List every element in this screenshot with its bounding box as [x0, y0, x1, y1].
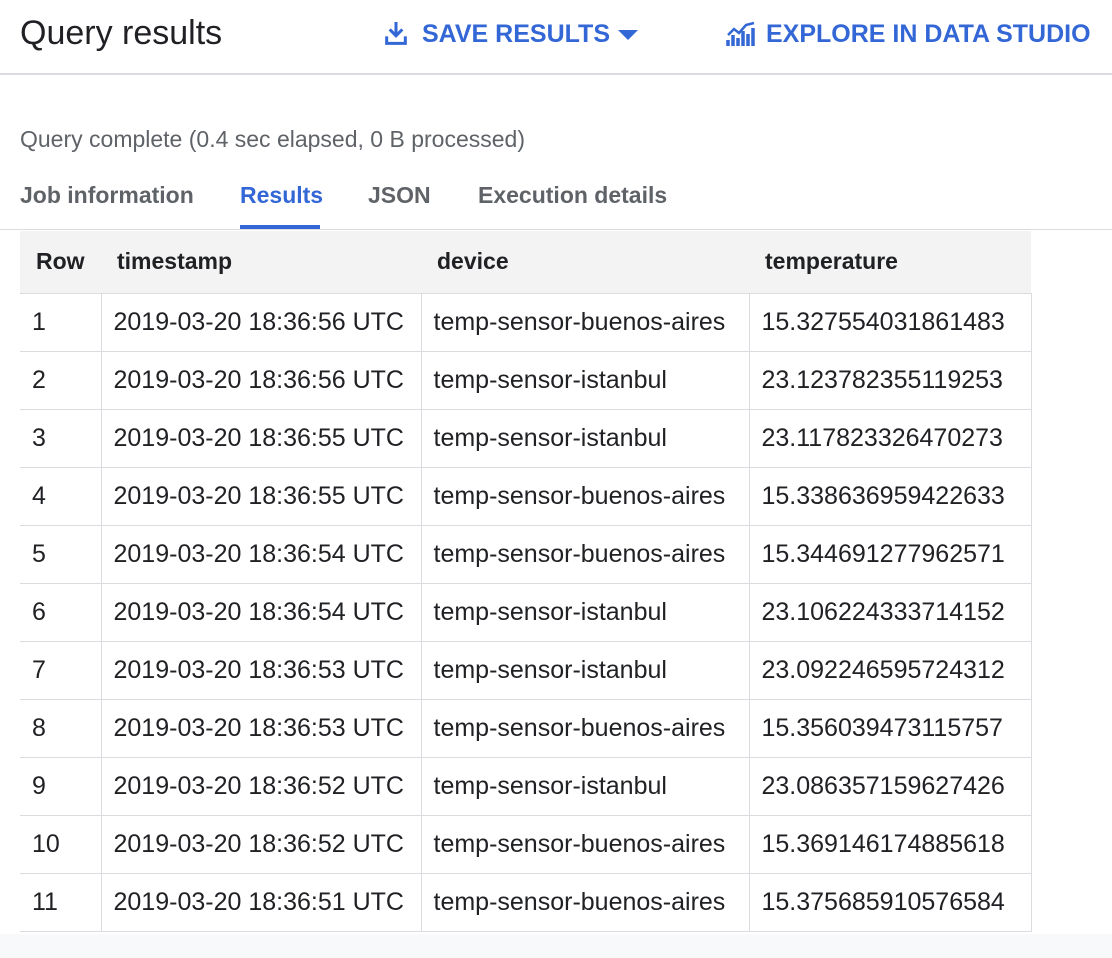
- table-row: 4 2019-03-20 18:36:55 UTC temp-sensor-buen…: [20, 467, 1032, 526]
- query-status: Query complete (0.4 sec elapsed, 0 B pro…: [20, 126, 525, 152]
- timestamp-cell: 2019-03-20 18:36:53 UTC: [101, 641, 422, 700]
- column-header-timestamp: timestamp: [101, 231, 421, 294]
- save-results-button[interactable]: SAVE RESULTS: [382, 17, 610, 51]
- explore-data-studio-button[interactable]: EXPLORE IN DATA STUDIO: [726, 17, 1091, 51]
- temperature-cell: 23.092246595724312: [749, 641, 1032, 700]
- table-row: 5 2019-03-20 18:36:54 UTC temp-sensor-buen…: [20, 525, 1032, 584]
- temperature-cell: 23.123782355119253: [749, 351, 1032, 410]
- row-number-cell: 9: [20, 757, 102, 816]
- page-title: Query results: [20, 14, 223, 52]
- table-row: 10 2019-03-20 18:36:52 UTC temp-sensor-bue…: [20, 815, 1032, 874]
- row-number-cell: 3: [20, 409, 102, 468]
- results-header: Query results SAVE RESULTS EXPLORE IN DA…: [0, 0, 1112, 75]
- column-header-temperature: temperature: [749, 231, 1031, 294]
- timestamp-cell: 2019-03-20 18:36:54 UTC: [101, 583, 422, 642]
- temperature-cell: 23.086357159627426: [749, 757, 1032, 816]
- table-body: 1 2019-03-20 18:36:56 UTC temp-sensor-buen…: [20, 293, 1032, 932]
- row-number-cell: 10: [20, 815, 102, 874]
- column-header-device: device: [421, 231, 749, 294]
- timestamp-cell: 2019-03-20 18:36:55 UTC: [101, 467, 422, 526]
- device-cell: temp-sensor-buenos-aires: [421, 815, 750, 874]
- temperature-cell: 15.369146174885618: [749, 815, 1032, 874]
- timestamp-cell: 2019-03-20 18:36:52 UTC: [101, 815, 422, 874]
- temperature-cell: 23.106224333714152: [749, 583, 1032, 642]
- device-cell: temp-sensor-buenos-aires: [421, 873, 750, 932]
- save-results-label: SAVE RESULTS: [422, 19, 610, 48]
- table-row: 6 2019-03-20 18:36:54 UTC temp-sensor-ista…: [20, 583, 1032, 642]
- temperature-cell: 15.327554031861483: [749, 293, 1032, 352]
- results-table: Row timestamp device temperature 1 2019-0…: [20, 231, 1032, 932]
- temperature-cell: 23.117823326470273: [749, 409, 1032, 468]
- tab-results[interactable]: Results: [240, 182, 323, 209]
- caret-down-icon[interactable]: [616, 28, 640, 42]
- device-cell: temp-sensor-buenos-aires: [421, 467, 750, 526]
- timestamp-cell: 2019-03-20 18:36:54 UTC: [101, 525, 422, 584]
- download-icon: [385, 21, 407, 45]
- timestamp-cell: 2019-03-20 18:36:56 UTC: [101, 351, 422, 410]
- device-cell: temp-sensor-istanbul: [421, 641, 750, 700]
- explore-label: EXPLORE IN DATA STUDIO: [766, 19, 1091, 48]
- timestamp-cell: 2019-03-20 18:36:55 UTC: [101, 409, 422, 468]
- temperature-cell: 15.344691277962571: [749, 525, 1032, 584]
- device-cell: temp-sensor-istanbul: [421, 351, 750, 410]
- column-header-row: Row: [20, 231, 101, 294]
- table-row: 7 2019-03-20 18:36:53 UTC temp-sensor-ista…: [20, 641, 1032, 700]
- table-row: 11 2019-03-20 18:36:51 UTC temp-sensor-bue…: [20, 873, 1032, 932]
- timestamp-cell: 2019-03-20 18:36:56 UTC: [101, 293, 422, 352]
- table-header-row: Row timestamp device temperature: [20, 231, 1031, 294]
- table-row: 1 2019-03-20 18:36:56 UTC temp-sensor-buen…: [20, 293, 1032, 352]
- table-row: 2 2019-03-20 18:36:56 UTC temp-sensor-ista…: [20, 351, 1032, 410]
- timestamp-cell: 2019-03-20 18:36:52 UTC: [101, 757, 422, 816]
- device-cell: temp-sensor-istanbul: [421, 757, 750, 816]
- row-number-cell: 6: [20, 583, 102, 642]
- active-tab-indicator: [240, 225, 320, 229]
- row-number-cell: 5: [20, 525, 102, 584]
- row-number-cell: 2: [20, 351, 102, 410]
- timestamp-cell: 2019-03-20 18:36:53 UTC: [101, 699, 422, 758]
- device-cell: temp-sensor-buenos-aires: [421, 293, 750, 352]
- device-cell: temp-sensor-buenos-aires: [421, 525, 750, 584]
- row-number-cell: 7: [20, 641, 102, 700]
- temperature-cell: 15.375685910576584: [749, 873, 1032, 932]
- tab-execution-details[interactable]: Execution details: [478, 182, 667, 209]
- table-row: 3 2019-03-20 18:36:55 UTC temp-sensor-ista…: [20, 409, 1032, 468]
- table-row: 8 2019-03-20 18:36:53 UTC temp-sensor-buen…: [20, 699, 1032, 758]
- tab-json[interactable]: JSON: [368, 182, 431, 209]
- row-number-cell: 8: [20, 699, 102, 758]
- temperature-cell: 15.356039473115757: [749, 699, 1032, 758]
- results-tabs: Job information Results JSON Execution d…: [0, 170, 1112, 230]
- row-number-cell: 4: [20, 467, 102, 526]
- device-cell: temp-sensor-istanbul: [421, 583, 750, 642]
- table-row: 9 2019-03-20 18:36:52 UTC temp-sensor-ista…: [20, 757, 1032, 816]
- row-number-cell: 1: [20, 293, 102, 352]
- device-cell: temp-sensor-istanbul: [421, 409, 750, 468]
- footer-strip: [0, 934, 1112, 958]
- tab-job-information[interactable]: Job information: [20, 182, 194, 209]
- chart-icon: [726, 21, 755, 46]
- row-number-cell: 11: [20, 873, 102, 932]
- device-cell: temp-sensor-buenos-aires: [421, 699, 750, 758]
- temperature-cell: 15.338636959422633: [749, 467, 1032, 526]
- timestamp-cell: 2019-03-20 18:36:51 UTC: [101, 873, 422, 932]
